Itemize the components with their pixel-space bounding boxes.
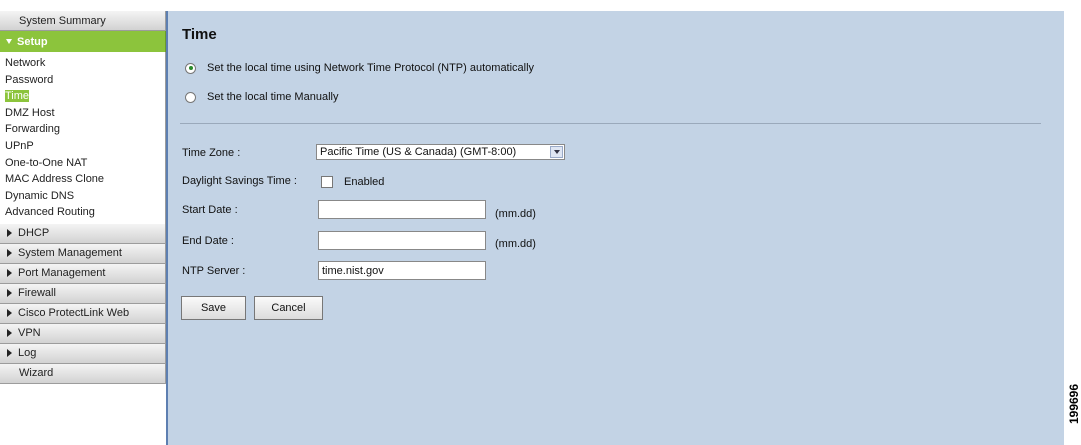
sidebar-item-label: Advanced Routing — [5, 206, 95, 219]
sidebar-item-label: Forwarding — [5, 123, 61, 136]
sidebar-item-upnp[interactable]: UPnP — [0, 138, 165, 155]
radio-manual-label: Set the local time Manually — [207, 91, 339, 103]
sidebar-item-forwarding[interactable]: Forwarding — [0, 121, 165, 138]
sidebar-section-label: Port Management — [18, 267, 106, 280]
sidebar-section-log[interactable]: Log — [0, 343, 166, 364]
sidebar-item-label: Password — [5, 73, 54, 86]
sidebar-item-label: Dynamic DNS — [5, 189, 75, 202]
dst-enabled-label: Enabled — [344, 176, 385, 188]
radio-manual[interactable] — [185, 91, 196, 103]
sidebar-section-label: Log — [18, 347, 37, 360]
sidebar-item-label: UPnP — [5, 139, 34, 152]
sidebar-item-mac-address-clone[interactable]: MAC Address Clone — [0, 171, 165, 188]
sidebar-item-advanced-routing[interactable]: Advanced Routing — [0, 204, 165, 221]
setup-submenu: Network Password Time DMZ Host Forwardin… — [0, 52, 166, 224]
radio-ntp[interactable] — [185, 62, 196, 74]
end-date-unit: (mm.dd) — [495, 238, 536, 250]
caret-right-icon — [7, 309, 12, 318]
sidebar-item-dmz-host[interactable]: DMZ Host — [0, 105, 165, 122]
divider — [180, 123, 1041, 124]
sidebar-section-setup[interactable]: Setup — [0, 31, 166, 52]
start-date-unit: (mm.dd) — [495, 208, 536, 220]
ntp-server-label: NTP Server : — [182, 265, 246, 277]
dst-enabled-checkbox[interactable] — [321, 176, 333, 188]
sidebar-item-password[interactable]: Password — [0, 72, 165, 89]
start-date-input[interactable] — [318, 200, 486, 219]
time-zone-select[interactable]: Pacific Time (US & Canada) (GMT-8:00) — [316, 144, 565, 160]
end-date-input[interactable] — [318, 231, 486, 250]
sidebar-section-vpn[interactable]: VPN — [0, 323, 166, 344]
radio-ntp-row[interactable]: Set the local time using Network Time Pr… — [185, 62, 534, 74]
chevron-down-icon[interactable] — [550, 146, 563, 158]
content-panel: Time Set the local time using Network Ti… — [166, 11, 1064, 445]
figure-number: 199696 — [1066, 383, 1081, 425]
sidebar-item-dynamic-dns[interactable]: Dynamic DNS — [0, 188, 165, 205]
dst-label: Daylight Savings Time : — [182, 175, 297, 187]
start-date-label: Start Date : — [182, 204, 238, 216]
caret-right-icon — [7, 349, 12, 358]
sidebar-section-label: System Management — [18, 247, 122, 260]
page-title: Time — [182, 26, 217, 43]
sidebar-item-label: System Summary — [19, 14, 106, 27]
sidebar-item-one-to-one-nat[interactable]: One-to-One NAT — [0, 155, 165, 172]
sidebar-item-wizard[interactable]: Wizard — [0, 363, 166, 384]
sidebar-item-label: One-to-One NAT — [5, 156, 88, 169]
time-zone-label: Time Zone : — [182, 147, 241, 159]
caret-right-icon — [7, 269, 12, 278]
sidebar-section-label: Setup — [17, 35, 48, 48]
sidebar-item-label: Time — [5, 90, 30, 103]
cancel-button[interactable]: Cancel — [254, 296, 323, 320]
save-button[interactable]: Save — [181, 296, 246, 320]
sidebar-section-dhcp[interactable]: DHCP — [0, 223, 166, 244]
radio-ntp-label: Set the local time using Network Time Pr… — [207, 62, 535, 74]
sidebar-section-port-management[interactable]: Port Management — [0, 263, 166, 284]
sidebar-section-label: Cisco ProtectLink Web — [18, 307, 130, 320]
radio-manual-row[interactable]: Set the local time Manually — [185, 91, 338, 103]
caret-down-icon — [6, 39, 12, 44]
sidebar-item-label: Network — [5, 57, 46, 69]
caret-right-icon — [7, 229, 12, 238]
sidebar-item-label: Wizard — [19, 367, 54, 380]
sidebar-section-system-management[interactable]: System Management — [0, 243, 166, 264]
sidebar-item-network[interactable]: Network — [0, 55, 165, 72]
sidebar-item-system-summary[interactable]: System Summary — [0, 11, 166, 31]
caret-right-icon — [7, 249, 12, 258]
ntp-server-input[interactable]: time.nist.gov — [318, 261, 486, 280]
sidebar-section-firewall[interactable]: Firewall — [0, 283, 166, 304]
figure-number-text: 199696 — [1066, 383, 1081, 425]
sidebar-item-label: DMZ Host — [5, 106, 55, 119]
sidebar-item-time[interactable]: Time — [0, 88, 165, 105]
time-zone-value: Pacific Time (US & Canada) (GMT-8:00) — [320, 146, 517, 158]
sidebar-section-label: VPN — [18, 327, 41, 340]
sidebar-section-label: DHCP — [18, 227, 50, 240]
sidebar-section-cisco-protectlink-web[interactable]: Cisco ProtectLink Web — [0, 303, 166, 324]
sidebar-section-label: Firewall — [18, 287, 56, 300]
end-date-label: End Date : — [182, 235, 234, 247]
sidebar-item-label: MAC Address Clone — [5, 173, 105, 186]
caret-right-icon — [7, 329, 12, 338]
sidebar: System Summary Setup Network Password Ti… — [0, 11, 166, 445]
caret-right-icon — [7, 289, 12, 298]
